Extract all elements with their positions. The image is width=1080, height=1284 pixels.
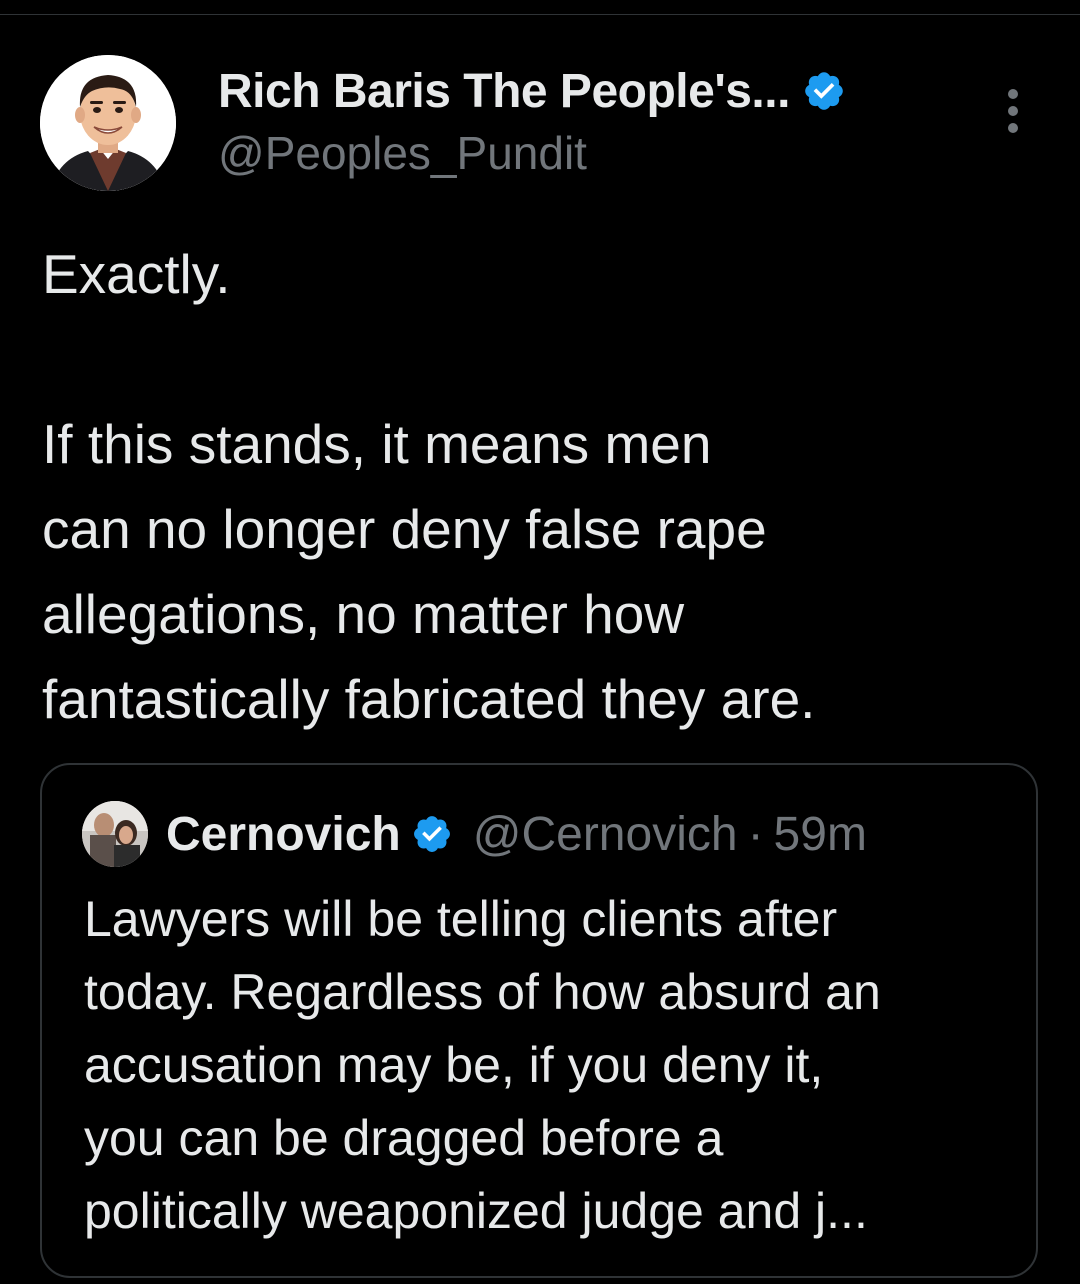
verified-badge-icon [805, 72, 843, 110]
more-options-icon[interactable] [1003, 89, 1023, 139]
quoted-text-line: accusation may be, if you deny it, [84, 1037, 824, 1093]
quoted-tweet-header: Cernovich @Cernovich · 59m [82, 801, 867, 867]
quoted-author-avatar[interactable] [82, 801, 148, 867]
tweet-header: Rich Baris The People's... @Peoples_Pund… [40, 55, 1040, 195]
display-name-row: Rich Baris The People's... [218, 57, 978, 125]
tweet-text-line: allegations, no matter how [42, 583, 685, 645]
author-handle[interactable]: @Peoples_Pundit [218, 125, 978, 181]
photo-avatar-icon [82, 801, 148, 867]
tweet-text-line: can no longer deny false rape [42, 498, 767, 560]
top-divider [0, 0, 1080, 15]
tweet-text-line: fantastically fabricated they are. [42, 668, 816, 730]
quoted-author-handle[interactable]: @Cernovich [473, 807, 738, 862]
separator-dot: · [747, 807, 764, 861]
quoted-tweet-card[interactable]: Cernovich @Cernovich · 59m Lawyers will … [40, 763, 1038, 1278]
cartoon-portrait-icon [40, 55, 176, 191]
quoted-text-line: Lawyers will be telling clients after [84, 891, 838, 947]
quoted-tweet-text: Lawyers will be telling clients after to… [84, 883, 1014, 1248]
tweet-text-line: If this stands, it means men [42, 413, 712, 475]
tweet-text-paragraph-1: Exactly. [42, 243, 231, 305]
quoted-text-line: today. Regardless of how absurd an [84, 964, 881, 1020]
author-names: Rich Baris The People's... @Peoples_Pund… [218, 57, 978, 181]
quoted-text-line: you can be dragged before a [84, 1110, 724, 1166]
author-display-name[interactable]: Rich Baris The People's... [218, 64, 790, 119]
tweet[interactable]: Rich Baris The People's... @Peoples_Pund… [0, 0, 1080, 1284]
tweet-text: Exactly. If this stands, it means men ca… [42, 232, 1042, 742]
quoted-author-display-name[interactable]: Cernovich [166, 807, 401, 862]
quoted-tweet-timestamp[interactable]: 59m [774, 807, 867, 862]
verified-badge-icon [413, 816, 450, 852]
author-avatar[interactable] [40, 55, 176, 191]
quoted-text-line: politically weaponized judge and j... [84, 1183, 868, 1239]
